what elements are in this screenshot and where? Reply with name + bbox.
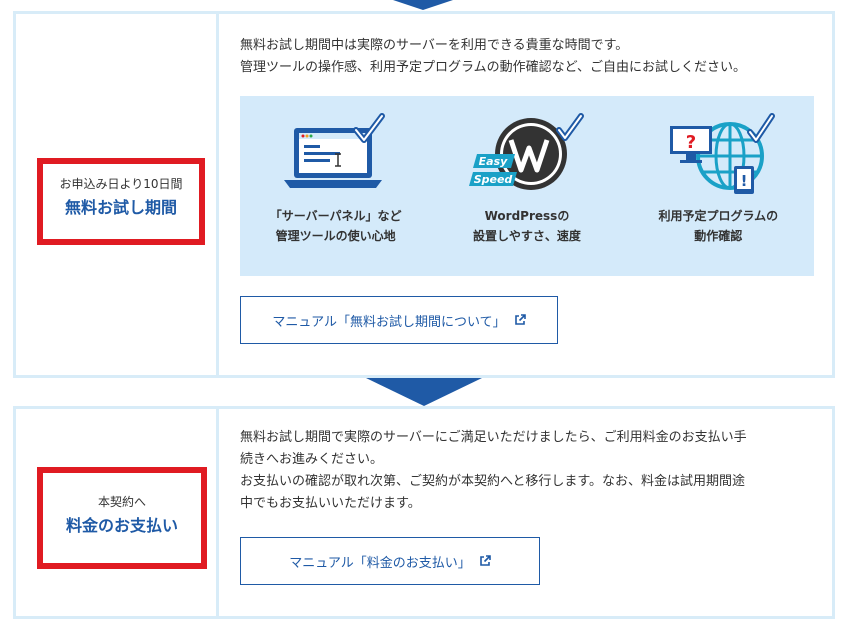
trial-label-title: 無料お試し期間 — [64, 198, 177, 217]
trial-content: 無料お試し期間中は実際のサーバーを利用できる貴重な時間です。 管理ツールの操作感… — [240, 14, 832, 375]
wordpress-check-icon: Easy Speed — [468, 113, 584, 190]
feature-program-check-line2: 動作確認 — [694, 229, 743, 243]
trial-step-panel: お申込み日より10日間 無料お試し期間 無料お試し期間中は実際のサーバーを利用で… — [13, 11, 835, 378]
external-link-icon — [514, 314, 526, 325]
badge-speed: Speed — [474, 173, 513, 186]
payment-content: 無料お試し期間で実際のサーバーにご満足いただけましたら、ご利用料金のお支払い手 … — [240, 409, 832, 616]
feature-wordpress-line1: WordPressの — [484, 209, 570, 223]
trial-label-column: お申込み日より10日間 無料お試し期間 — [16, 14, 219, 375]
laptop-check-icon — [283, 113, 385, 188]
payment-label-column: 本契約へ 料金のお支払い — [16, 409, 219, 616]
payment-desc-line3: お支払いの確認が取れ次第、ご契約が本契約へと移行します。なお、料金は試用期間途 — [240, 474, 746, 489]
exclamation-mark: ! — [741, 172, 748, 190]
trial-desc-line1: 無料お試し期間中は実際のサーバーを利用できる貴重な時間です。 — [240, 38, 629, 53]
payment-desc-line4: 中でもお支払いいただけます。 — [240, 496, 421, 511]
badge-easy: Easy — [479, 155, 508, 168]
feature-program-check-text: 利用予定プログラムの 動作確認 — [633, 206, 803, 246]
payment-label-small: 本契約へ — [97, 495, 146, 509]
feature-wordpress: Easy Speed WordPressの 設置しやすさ、速度 — [442, 96, 612, 276]
payment-desc-line2: 続きへお進みください。 — [240, 452, 384, 467]
payment-manual-label: マニュアル「料金のお支払い」 — [289, 555, 471, 571]
payment-manual-button[interactable]: マニュアル「料金のお支払い」 — [240, 537, 540, 585]
trial-description: 無料お試し期間中は実際のサーバーを利用できる貴重な時間です。 管理ツールの操作感… — [240, 35, 812, 79]
feature-program-check: ? ! 利用予定プログラムの 動作確認 — [633, 96, 803, 276]
feature-program-check-line1: 利用予定プログラムの — [658, 209, 779, 223]
globe-check-icon: ? ! — [670, 113, 776, 194]
feature-server-panel-line2: 管理ツールの使い心地 — [275, 229, 396, 243]
trial-manual-button[interactable]: マニュアル「無料お試し期間について」 — [240, 296, 558, 344]
feature-server-panel-text: 「サーバーパネル」など 管理ツールの使い心地 — [251, 206, 421, 246]
question-mark: ? — [686, 132, 696, 153]
feature-server-panel-line1: 「サーバーパネル」など — [269, 209, 402, 223]
feature-server-panel: 「サーバーパネル」など 管理ツールの使い心地 — [251, 96, 421, 276]
payment-description: 無料お試し期間で実際のサーバーにご満足いただけましたら、ご利用料金のお支払い手 … — [240, 427, 812, 515]
trial-features: 「サーバーパネル」など 管理ツールの使い心地 Easy Speed WordPr… — [240, 96, 814, 276]
feature-wordpress-line2: 設置しやすさ、速度 — [473, 229, 581, 243]
trial-desc-line2: 管理ツールの操作感、利用予定プログラムの動作確認など、ご自由にお試しください。 — [240, 60, 746, 75]
payment-step-panel: 本契約へ 料金のお支払い 無料お試し期間で実際のサーバーにご満足いただけましたら… — [13, 406, 835, 619]
trial-label-box: お申込み日より10日間 無料お試し期間 — [37, 158, 205, 245]
flow-arrow-middle — [366, 378, 482, 406]
payment-label-box: 本契約へ 料金のお支払い — [37, 467, 207, 569]
external-link-icon — [480, 555, 491, 566]
feature-wordpress-text: WordPressの 設置しやすさ、速度 — [442, 206, 612, 246]
flow-arrow-top — [393, 0, 453, 10]
payment-desc-line1: 無料お試し期間で実際のサーバーにご満足いただけましたら、ご利用料金のお支払い手 — [240, 430, 747, 445]
trial-manual-label: マニュアル「無料お試し期間について」 — [272, 314, 506, 330]
payment-label-title: 料金のお支払い — [65, 516, 178, 535]
trial-label-small: お申込み日より10日間 — [59, 177, 183, 191]
